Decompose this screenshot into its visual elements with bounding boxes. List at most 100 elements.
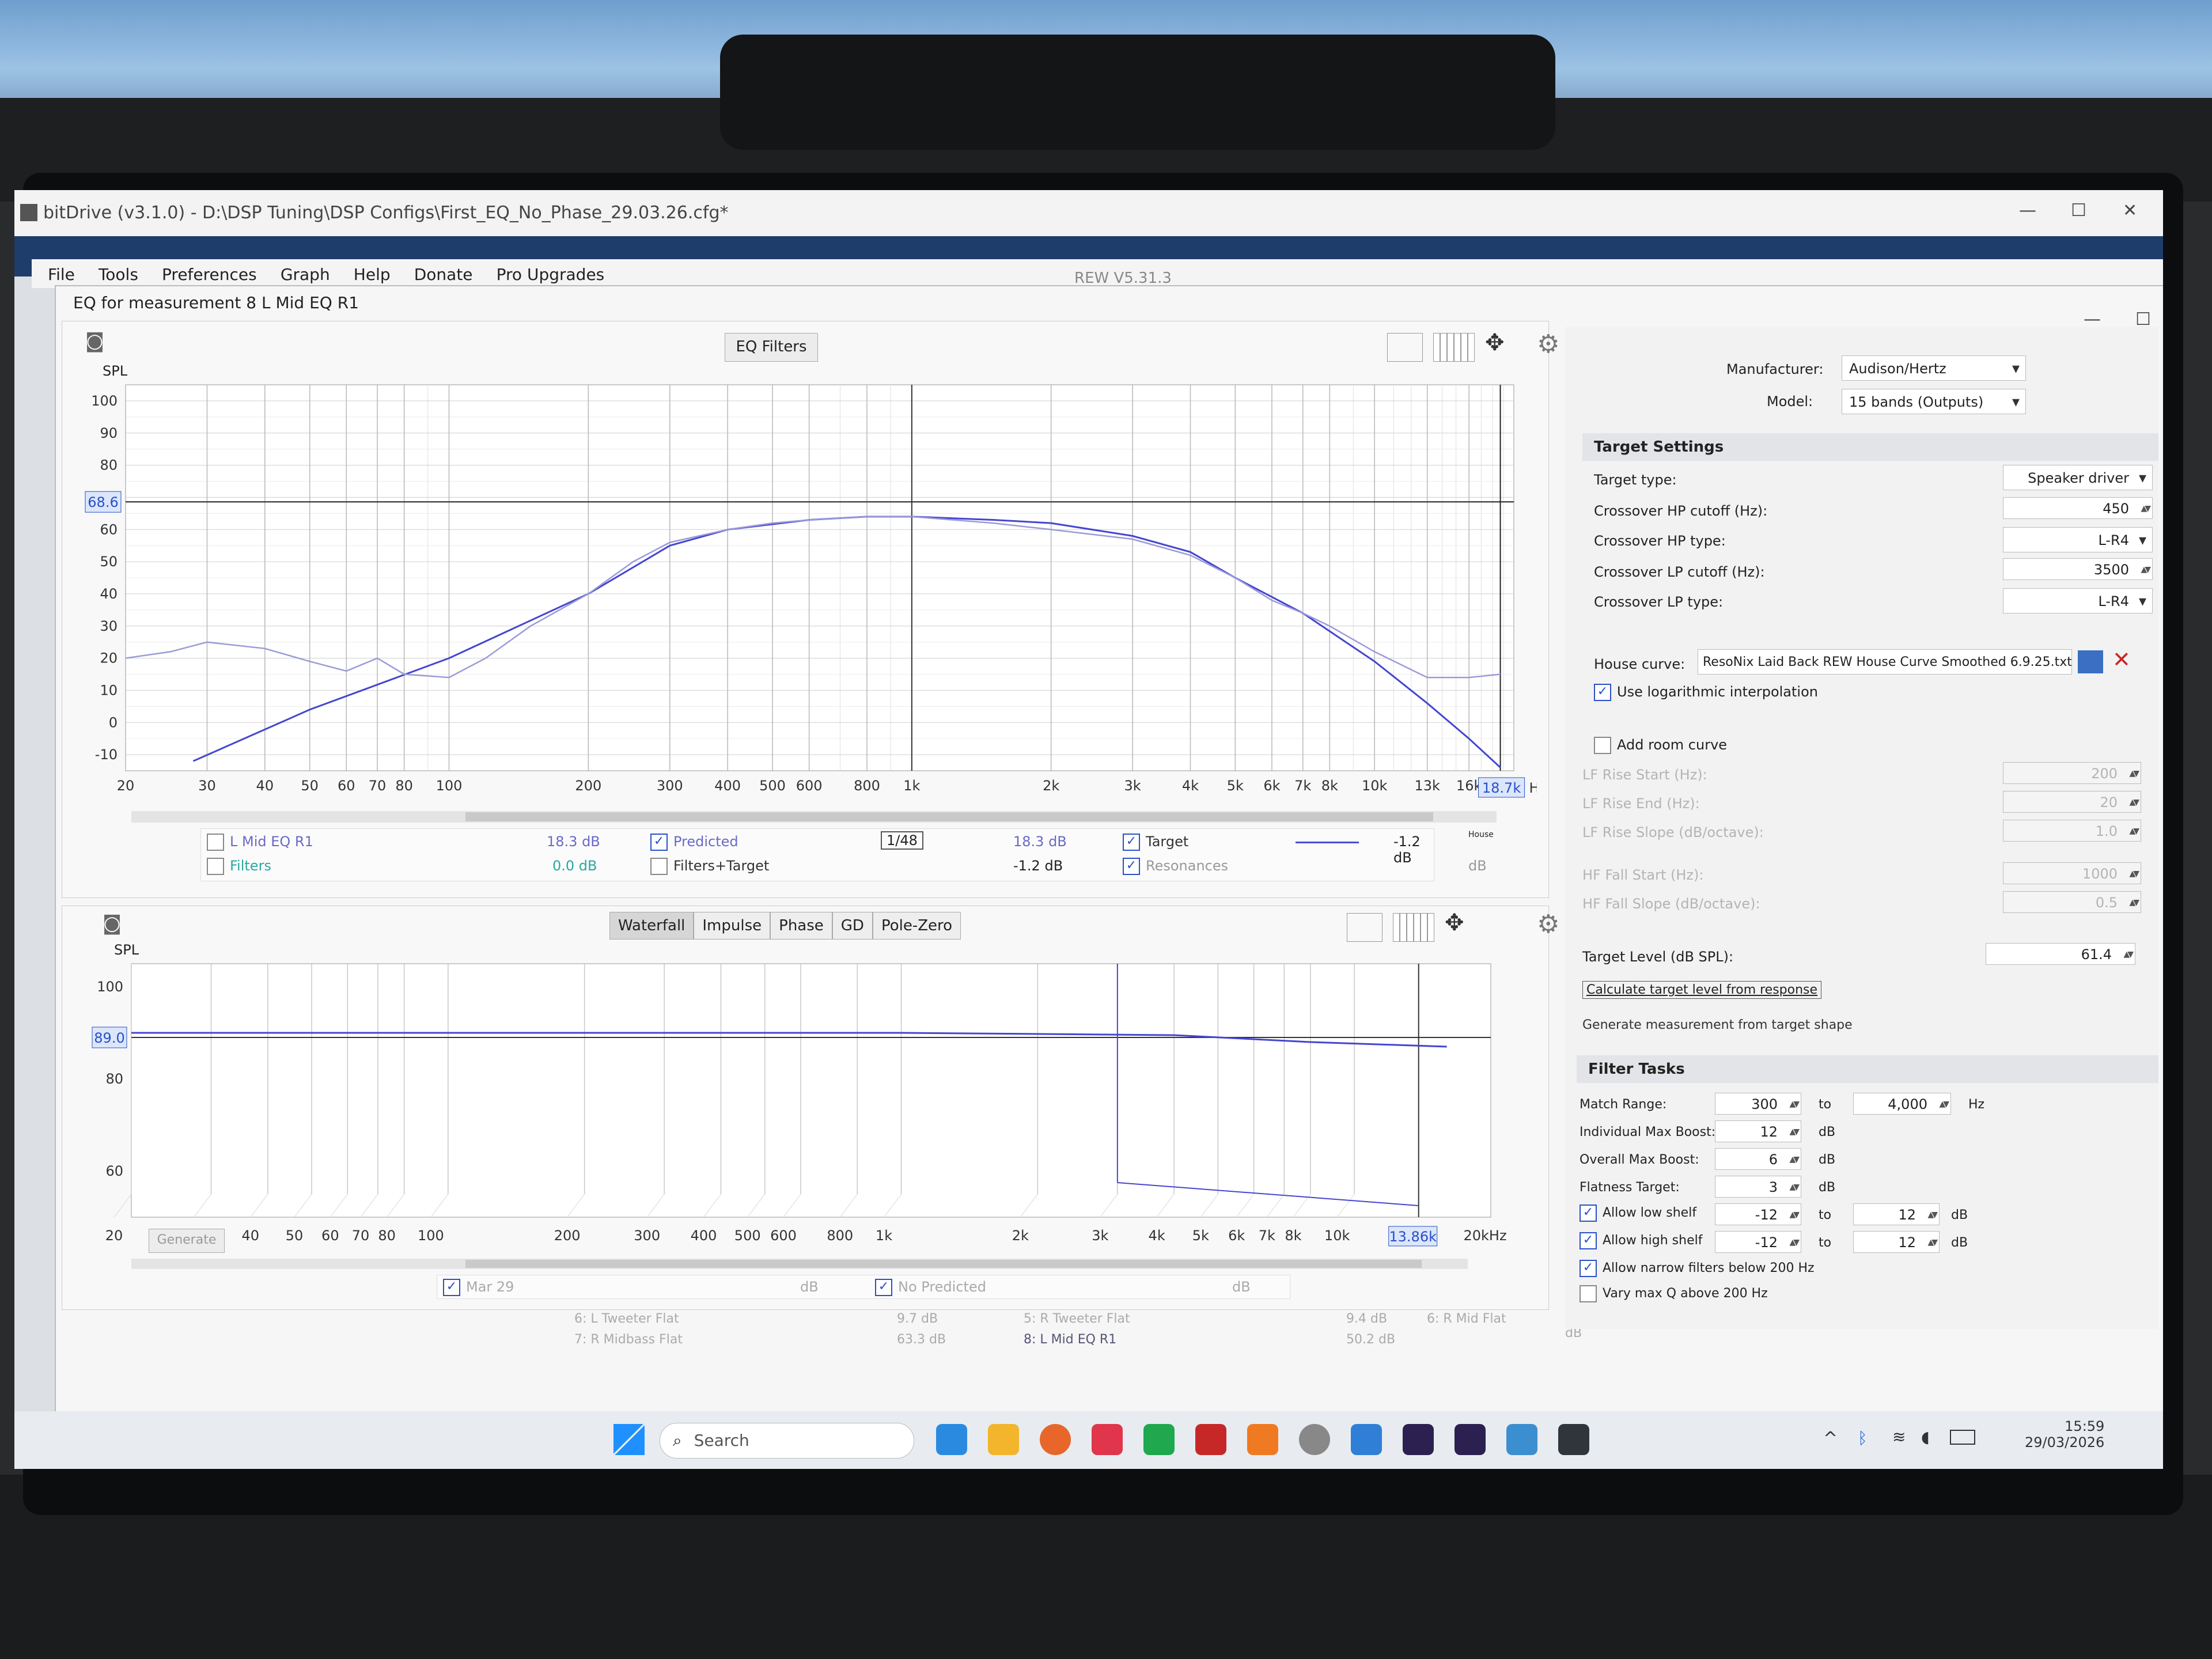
minimize-icon[interactable]: — bbox=[2019, 200, 2036, 221]
bottom-limits-icon[interactable] bbox=[1347, 913, 1382, 942]
bitdrive-icon[interactable] bbox=[1558, 1424, 1589, 1455]
bottom-settings-gear-icon[interactable]: ⚙ bbox=[1537, 910, 1559, 939]
generate-button[interactable]: Generate bbox=[149, 1229, 225, 1253]
folder-icon[interactable] bbox=[2078, 650, 2103, 673]
bottom-zoom-fit-icon[interactable]: ✥ bbox=[1445, 910, 1464, 936]
vary-q-option[interactable]: Vary max Q above 200 Hz bbox=[1580, 1285, 1768, 1302]
tab-phase[interactable]: Phase bbox=[770, 912, 832, 940]
menu-pro-upgrades[interactable]: Pro Upgrades bbox=[497, 265, 605, 284]
bg-item-2[interactable]: 5: R Tweeter Flat bbox=[1024, 1312, 1130, 1326]
bluetooth-icon[interactable]: ᛒ bbox=[1858, 1429, 1868, 1448]
menu-tools[interactable]: Tools bbox=[99, 265, 138, 284]
no-predicted-checkbox[interactable]: ✓ bbox=[875, 1279, 892, 1296]
camera-icon[interactable]: ◙ bbox=[85, 329, 104, 353]
speaker-workshop-icon[interactable] bbox=[1195, 1424, 1226, 1455]
hf-fall-start-field[interactable]: 1000 bbox=[2003, 862, 2141, 885]
top-graph-scrollbar[interactable] bbox=[131, 811, 1497, 823]
zoom-fit-icon[interactable]: ✥ bbox=[1485, 329, 1505, 356]
menu-preferences[interactable]: Preferences bbox=[162, 265, 257, 284]
high-shelf-max-field[interactable]: 12 bbox=[1853, 1231, 1940, 1253]
match-range-from-field[interactable]: 300 bbox=[1715, 1093, 1801, 1115]
menu-graph[interactable]: Graph bbox=[281, 265, 330, 284]
lp-cutoff-field[interactable]: 3500 bbox=[2003, 558, 2153, 581]
rew-icon[interactable] bbox=[1506, 1424, 1537, 1455]
hp-type-select[interactable]: L-R4 bbox=[2003, 527, 2153, 553]
eq-filters-button[interactable]: EQ Filters bbox=[725, 333, 818, 362]
settings-gear-icon[interactable]: ⚙ bbox=[1537, 329, 1559, 359]
volume-icon[interactable]: ◖ bbox=[1921, 1427, 1930, 1446]
high-shelf-checkbox[interactable]: ✓ bbox=[1580, 1232, 1597, 1249]
low-shelf-max-field[interactable]: 12 bbox=[1853, 1203, 1940, 1226]
camera-app-icon[interactable] bbox=[1299, 1424, 1330, 1455]
resonances-checkbox[interactable]: ✓ bbox=[1123, 858, 1140, 875]
mar29-checkbox[interactable]: ✓ bbox=[443, 1279, 460, 1296]
menu-donate[interactable]: Donate bbox=[414, 265, 473, 284]
legend-resonances[interactable]: ✓ Resonances bbox=[1123, 858, 1228, 875]
lp-type-select[interactable]: L-R4 bbox=[2003, 588, 2153, 614]
tab-waterfall[interactable]: Waterfall bbox=[609, 912, 694, 940]
high-shelf-option[interactable]: ✓ Allow high shelf bbox=[1580, 1232, 1702, 1249]
bg-item-3[interactable]: 6: R Mid Flat bbox=[1427, 1312, 1506, 1326]
firefox-icon[interactable] bbox=[1040, 1424, 1071, 1455]
model-select[interactable]: 15 bands (Outputs) bbox=[1842, 389, 2026, 415]
log-interp-checkbox[interactable]: ✓ bbox=[1594, 684, 1611, 701]
target-type-select[interactable]: Speaker driver bbox=[2003, 465, 2153, 491]
l-mid-checkbox[interactable] bbox=[207, 834, 224, 851]
smoothing-badge[interactable]: 1/48 bbox=[881, 831, 923, 850]
lf-rise-end-field[interactable]: 20 bbox=[2003, 791, 2141, 813]
music-icon[interactable] bbox=[1092, 1424, 1123, 1455]
tab-gd[interactable]: GD bbox=[832, 912, 873, 940]
lf-rise-slope-field[interactable]: 1.0 bbox=[2003, 820, 2141, 842]
file-explorer-icon[interactable] bbox=[988, 1424, 1019, 1455]
ind-max-boost-field[interactable]: 12 bbox=[1715, 1120, 1801, 1143]
low-shelf-min-field[interactable]: -12 bbox=[1715, 1203, 1801, 1226]
menu-help[interactable]: Help bbox=[354, 265, 391, 284]
columns-icon[interactable] bbox=[1433, 333, 1475, 362]
maximize-icon[interactable]: ☐ bbox=[2071, 200, 2086, 221]
bottom-columns-icon[interactable] bbox=[1393, 913, 1434, 942]
filters-target-checkbox[interactable] bbox=[650, 858, 668, 875]
hf-fall-slope-field[interactable]: 0.5 bbox=[2003, 891, 2141, 914]
legend-no-predicted[interactable]: ✓ No Predicted bbox=[875, 1279, 986, 1296]
limits-icon[interactable] bbox=[1387, 333, 1423, 362]
taskbar-clock[interactable]: 15:59 29/03/2026 bbox=[2025, 1418, 2104, 1450]
legend-target[interactable]: ✓ Target bbox=[1123, 834, 1188, 851]
narrow-filters-checkbox[interactable]: ✓ bbox=[1580, 1260, 1597, 1277]
filter-tasks-header[interactable]: Filter Tasks bbox=[1577, 1055, 2158, 1083]
log-interp-option[interactable]: ✓ Use logarithmic interpolation bbox=[1594, 684, 1818, 701]
close-icon[interactable]: ✕ bbox=[2123, 200, 2137, 221]
match-range-to-field[interactable]: 4,000 bbox=[1853, 1093, 1951, 1115]
tab-impulse[interactable]: Impulse bbox=[694, 912, 771, 940]
wifi-icon[interactable]: ≋ bbox=[1892, 1427, 1906, 1446]
bg-item-1[interactable]: 6: L Tweeter Flat bbox=[574, 1312, 679, 1326]
top-scrollbar-thumb[interactable] bbox=[465, 812, 1433, 821]
tray-chevron-icon[interactable]: ^ bbox=[1823, 1429, 1838, 1449]
legend-filters[interactable]: Filters bbox=[207, 858, 271, 875]
mail-icon[interactable] bbox=[936, 1424, 967, 1455]
vary-q-checkbox[interactable] bbox=[1580, 1285, 1597, 1302]
bg-item-5[interactable]: 8: L Mid EQ R1 bbox=[1024, 1332, 1116, 1347]
taskbar-search[interactable]: ⌕ Search bbox=[660, 1423, 914, 1459]
room-curve-option[interactable]: Add room curve bbox=[1594, 737, 1727, 754]
hp-cutoff-field[interactable]: 450 bbox=[2003, 497, 2153, 520]
legend-filters-target[interactable]: Filters+Target bbox=[650, 858, 769, 875]
low-shelf-checkbox[interactable]: ✓ bbox=[1580, 1205, 1597, 1222]
flatness-field[interactable]: 3 bbox=[1715, 1176, 1801, 1198]
spreadsheet-icon[interactable] bbox=[1143, 1424, 1175, 1455]
bottom-scrollbar-thumb[interactable] bbox=[465, 1260, 1422, 1268]
filters-checkbox[interactable] bbox=[207, 858, 224, 875]
vscode-icon[interactable] bbox=[1351, 1424, 1382, 1455]
menu-file[interactable]: File bbox=[48, 265, 75, 284]
legend-l-mid[interactable]: L Mid EQ R1 bbox=[207, 834, 313, 851]
target-settings-header[interactable]: Target Settings bbox=[1582, 433, 2158, 461]
generate-measurement-button[interactable]: Generate measurement from target shape bbox=[1582, 1018, 1853, 1032]
tab-pole-zero[interactable]: Pole-Zero bbox=[872, 912, 961, 940]
manufacturer-select[interactable]: Audison/Hertz bbox=[1842, 355, 2026, 381]
clear-house-curve-icon[interactable]: ✕ bbox=[2112, 647, 2131, 672]
house-curve-field[interactable]: ResoNix Laid Back REW House Curve Smooth… bbox=[1698, 649, 2072, 675]
start-icon[interactable] bbox=[613, 1424, 645, 1455]
overall-max-boost-field[interactable]: 6 bbox=[1715, 1148, 1801, 1171]
bg-item-4[interactable]: 7: R Midbass Flat bbox=[574, 1332, 683, 1347]
target-checkbox[interactable]: ✓ bbox=[1123, 834, 1140, 851]
room-curve-checkbox[interactable] bbox=[1594, 737, 1611, 754]
